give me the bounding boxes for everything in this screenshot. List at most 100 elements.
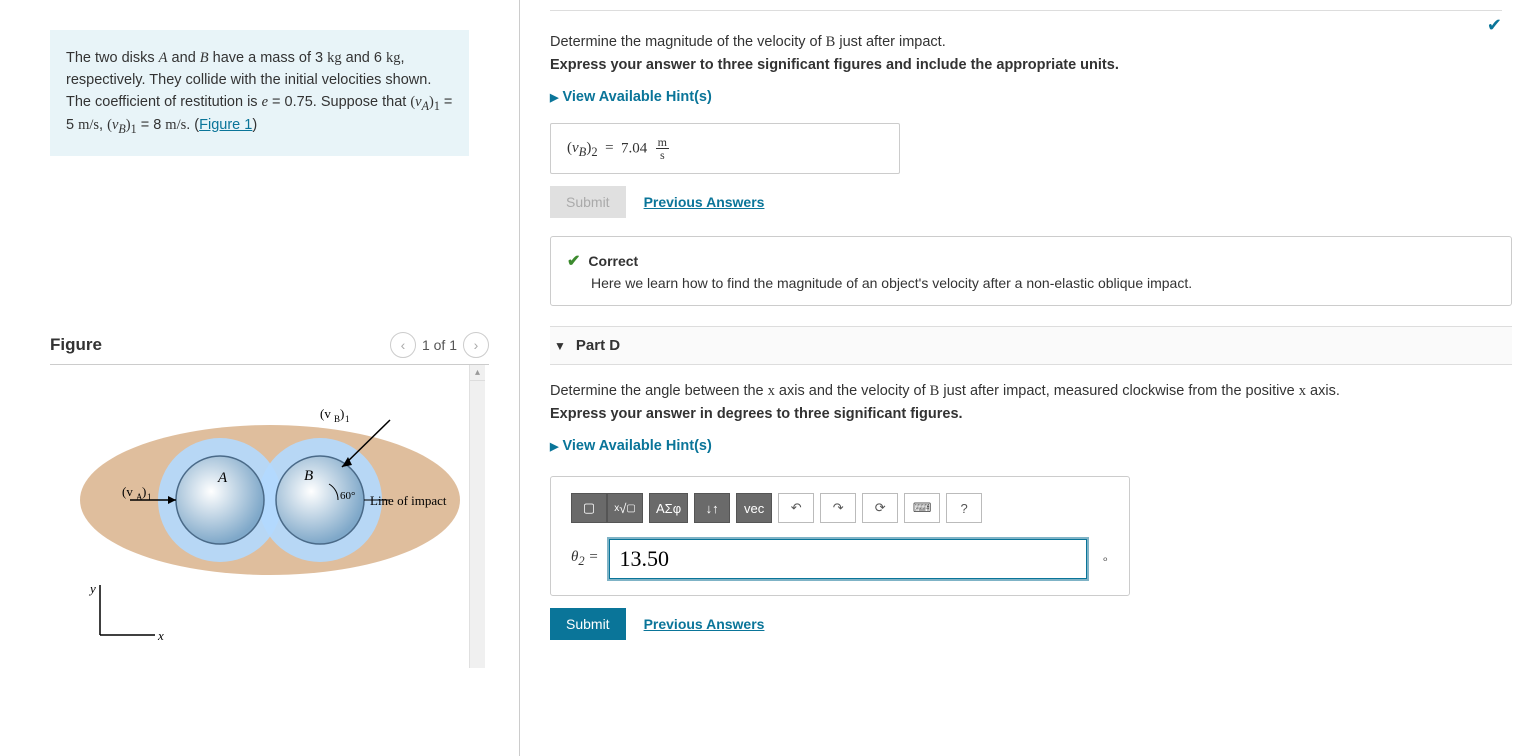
feedback-title: ✔ Correct [567,251,1495,271]
scroll-up-icon[interactable]: ▴ [470,365,485,381]
answer-value: 7.04 [621,140,647,156]
answer-input-panel: ▢ x√▢ ΑΣφ ↓↑ vec ↶ ↷ ⟳ ⌨ [550,476,1130,596]
answer-unit: ms [651,139,669,156]
figure-title: Figure [50,335,102,355]
var-x: x [768,383,775,399]
label-vB1: (v [320,406,331,421]
submit-button: Submit [550,186,626,218]
var-vb: (vB)1 [107,117,137,133]
figure-body: ▴ [50,365,489,668]
correct-label: Correct [588,253,638,269]
reset-button[interactable]: ⟳ [862,493,898,523]
unit-kg: kg [386,50,401,66]
unit-ms: m/s [78,117,99,133]
text: and [168,50,200,66]
right-panel: ✔ Determine the magnitude of the velocit… [520,0,1532,756]
part-d-instructions: Express your answer in degrees to three … [550,406,1512,422]
part-d-prompt: Determine the angle between the x axis a… [550,383,1512,400]
text: Determine the angle between the [550,383,768,399]
figure-diagram: A B (v A ) 1 (v B ) 1 [60,385,470,665]
check-icon: ✔ [567,251,580,271]
var-x: x [1299,383,1306,399]
keyboard-button[interactable]: ⌨ [904,493,940,523]
text: . ( [186,117,199,133]
text: The two disks [66,50,159,66]
figure-link[interactable]: Figure 1 [199,117,252,133]
previous-answers-link[interactable]: Previous Answers [644,616,765,632]
template-tool[interactable]: ▢ [571,493,607,523]
unit-degree: ∘ [1101,552,1109,566]
vec-tool[interactable]: vec [736,493,772,523]
text: axis. [1306,383,1340,399]
feedback-body: Here we learn how to find the magnitude … [591,275,1495,291]
help-button[interactable]: ? [946,493,982,523]
text: axis and the velocity of [775,383,930,399]
theta-label: θ2 = [571,549,599,569]
part-d-title: Part D [576,337,620,354]
hints-toggle[interactable]: ▶ View Available Hint(s) [550,89,712,105]
next-figure-button[interactable]: › [463,332,489,358]
caret-down-icon: ▼ [554,339,566,353]
feedback-box: ✔ Correct Here we learn how to find the … [550,236,1512,306]
part-complete-check-icon: ✔ [550,10,1502,36]
disk-A: A [159,50,168,66]
text: have a mass of 3 [209,50,327,66]
caret-right-icon: ▶ [550,440,558,453]
svg-text:): ) [340,406,344,421]
hints-label: View Available Hint(s) [562,438,711,454]
figure-pager: ‹ 1 of 1 › [390,332,489,358]
disk-B: B [200,50,209,66]
var-va: (vA)1 [410,94,440,110]
sqrt-tool[interactable]: x√▢ [607,493,643,523]
svg-text:1: 1 [147,492,152,502]
part-c-instructions: Express your answer to three significant… [550,57,1512,73]
text: just after impact. [835,34,945,50]
left-panel: The two disks A and B have a mass of 3 k… [0,0,520,756]
submit-button[interactable]: Submit [550,608,626,640]
submit-row: Submit Previous Answers [550,186,1512,218]
label-B: B [304,468,313,484]
problem-statement: The two disks A and B have a mass of 3 k… [50,30,469,156]
updown-tool[interactable]: ↓↑ [694,493,730,523]
answer-label: (vB)2 = [567,140,621,156]
label-line-of-impact: Line of impact [370,493,447,508]
caret-right-icon: ▶ [550,91,558,104]
part-c-block: Determine the magnitude of the velocity … [550,34,1512,306]
prev-figure-button[interactable]: ‹ [390,332,416,358]
part-d-header[interactable]: ▼ Part D [550,326,1512,365]
figure-section: Figure ‹ 1 of 1 › ▴ [50,326,489,668]
submit-row: Submit Previous Answers [550,608,1512,640]
part-c-prompt: Determine the magnitude of the velocity … [550,34,1512,51]
text: , [99,117,107,133]
var-B: B [826,34,836,50]
text: = 0.75. Suppose that [268,94,410,110]
text: Determine the magnitude of the velocity … [550,34,826,50]
part-d-block: Determine the angle between the x axis a… [550,383,1512,640]
greek-tool[interactable]: ΑΣφ [649,493,688,523]
equation-toolbar: ▢ x√▢ ΑΣφ ↓↑ vec ↶ ↷ ⟳ ⌨ [571,493,1109,523]
text: just after impact, measured clockwise fr… [939,383,1298,399]
svg-text:1: 1 [345,414,350,424]
svg-text:): ) [142,484,146,499]
unit-kg: kg [327,50,342,66]
answer-input[interactable] [609,539,1088,579]
label-vA1: (v [122,484,133,499]
redo-button[interactable]: ↷ [820,493,856,523]
answer-display: (vB)2 = 7.04 ms [550,123,900,174]
scrollbar[interactable]: ▴ [469,365,485,668]
figure-header: Figure ‹ 1 of 1 › [50,326,489,365]
input-row: θ2 = ∘ [571,539,1109,579]
unit-ms: m/s [165,117,186,133]
text: ) [252,117,257,133]
label-A: A [217,470,228,486]
text: = 8 [137,117,166,133]
label-angle: 60° [340,490,355,502]
hints-toggle[interactable]: ▶ View Available Hint(s) [550,438,712,454]
hints-label: View Available Hint(s) [562,89,711,105]
previous-answers-link[interactable]: Previous Answers [644,194,765,210]
var-B: B [930,383,940,399]
label-y: y [88,581,96,596]
undo-button[interactable]: ↶ [778,493,814,523]
text: and 6 [342,50,386,66]
pager-text: 1 of 1 [422,337,457,353]
